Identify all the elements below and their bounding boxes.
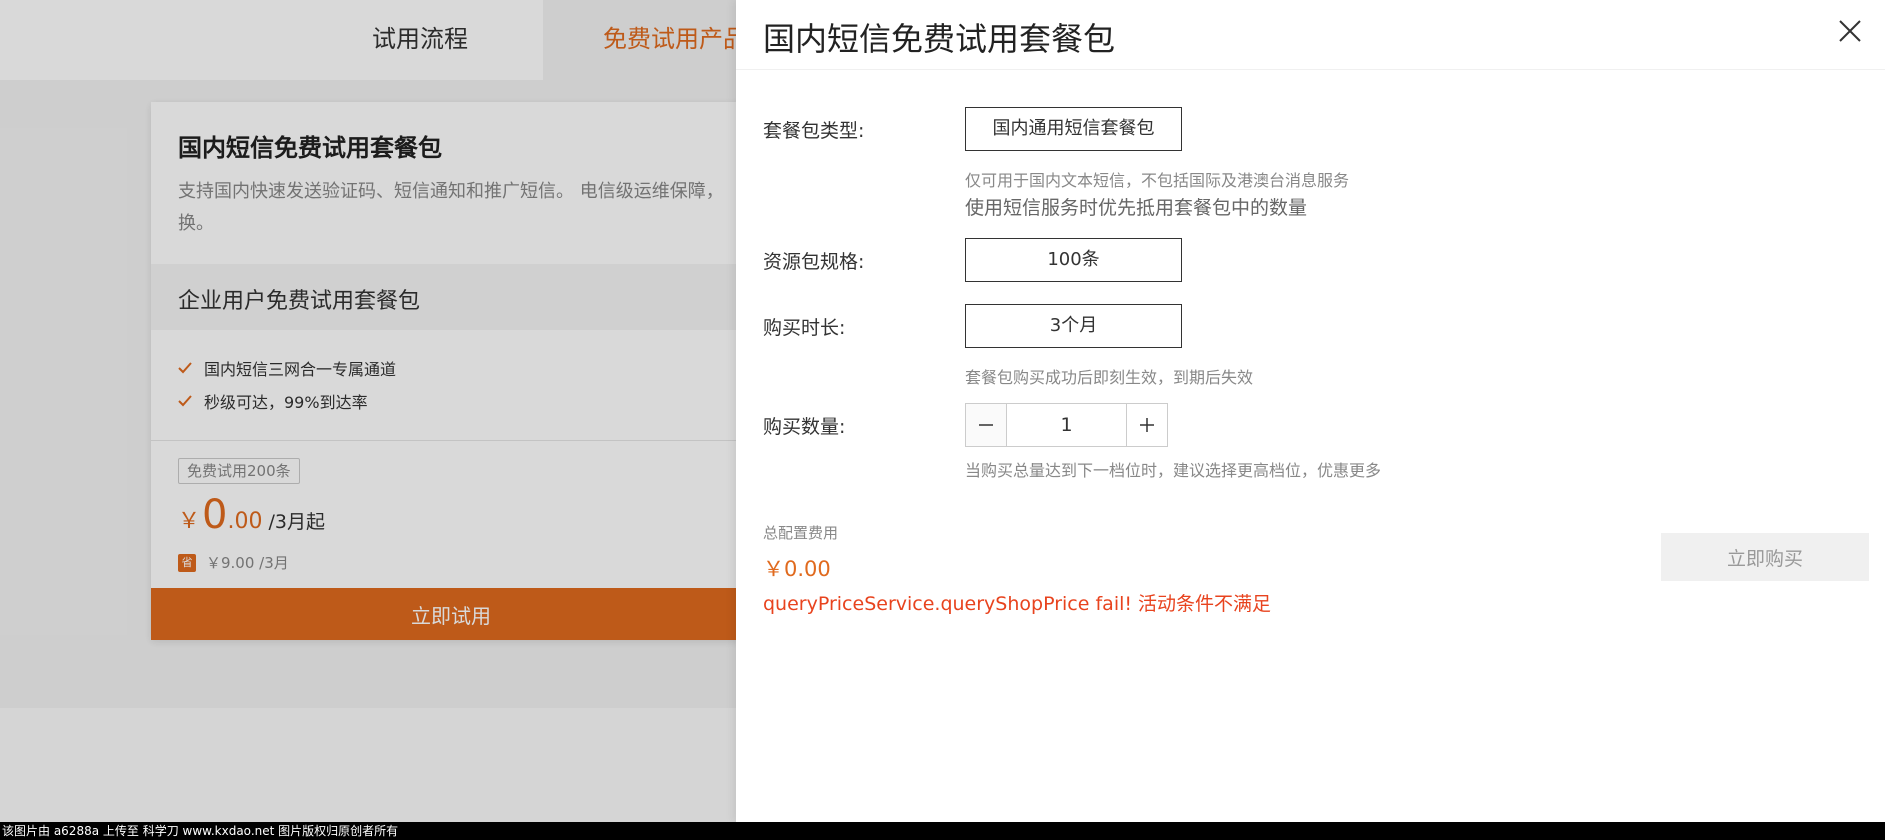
quantity-increment-button[interactable] bbox=[1126, 404, 1167, 446]
quantity-decrement-button[interactable] bbox=[966, 404, 1007, 446]
package-spec-label: 资源包规格: bbox=[763, 251, 865, 273]
plus-icon bbox=[1140, 418, 1154, 432]
drawer-title: 国内短信免费试用套餐包 bbox=[763, 20, 1116, 58]
total-cost-label: 总配置费用 bbox=[763, 524, 839, 542]
minus-icon bbox=[979, 424, 993, 426]
package-spec-option[interactable]: 100条 bbox=[965, 238, 1182, 282]
package-type-option[interactable]: 国内通用短信套餐包 bbox=[965, 107, 1182, 151]
quantity-stepper bbox=[965, 403, 1168, 447]
quantity-label: 购买数量: bbox=[763, 416, 846, 438]
quantity-hint: 当购买总量达到下一档位时，建议选择更高档位，优惠更多 bbox=[965, 461, 1382, 480]
duration-hint: 套餐包购买成功后即刻生效，到期后失效 bbox=[965, 368, 1254, 387]
drawer-header: 国内短信免费试用套餐包 bbox=[736, 0, 1885, 70]
buy-now-button[interactable]: 立即购买 bbox=[1661, 533, 1869, 581]
total-cost-value: ￥0.00 bbox=[763, 557, 831, 581]
quantity-input[interactable] bbox=[1007, 404, 1126, 446]
duration-option[interactable]: 3个月 bbox=[965, 304, 1182, 348]
watermark-bar: 该图片由 a6288a 上传至 科学刀 www.kxdao.net 图片版权归原… bbox=[0, 822, 1885, 840]
package-type-label: 套餐包类型: bbox=[763, 120, 865, 142]
error-message: queryPriceService.queryShopPrice fail! 活… bbox=[763, 593, 1272, 615]
purchase-drawer: 国内短信免费试用套餐包 套餐包类型: 国内通用短信套餐包 仅可用于国内文本短信，… bbox=[736, 0, 1885, 822]
close-icon[interactable] bbox=[1835, 16, 1865, 46]
package-type-hint: 仅可用于国内文本短信，不包括国际及港澳台消息服务 bbox=[965, 171, 1350, 190]
duration-label: 购买时长: bbox=[763, 317, 846, 339]
package-type-hint-2: 使用短信服务时优先抵用套餐包中的数量 bbox=[965, 197, 1308, 219]
